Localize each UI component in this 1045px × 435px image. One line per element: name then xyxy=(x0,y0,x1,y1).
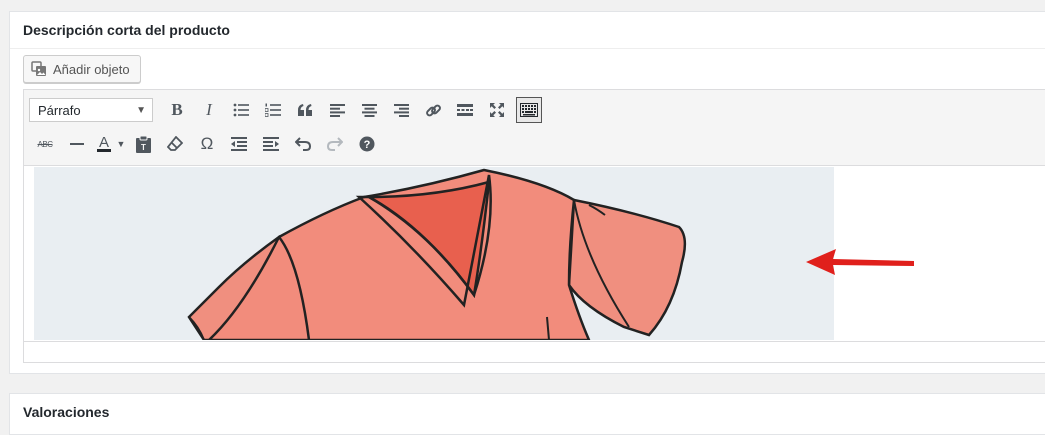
clear-formatting-icon xyxy=(167,136,183,151)
redo-button[interactable] xyxy=(319,129,351,159)
tshirt-image xyxy=(34,167,834,340)
italic-button[interactable]: I xyxy=(193,95,225,125)
numbered-list-button[interactable] xyxy=(257,95,289,125)
redo-icon xyxy=(327,137,343,151)
keyboard-icon xyxy=(520,103,538,117)
read-more-icon xyxy=(457,104,473,116)
toolbar-toggle-button[interactable] xyxy=(516,97,542,123)
align-right-button[interactable] xyxy=(385,95,417,125)
fullscreen-icon xyxy=(490,103,504,117)
help-button[interactable]: ? xyxy=(351,129,383,159)
reviews-metabox: Valoraciones xyxy=(9,393,1045,435)
align-right-icon xyxy=(393,103,409,117)
clear-formatting-button[interactable] xyxy=(159,129,191,159)
bullet-list-icon xyxy=(233,103,249,117)
strikethrough-button[interactable]: ABC xyxy=(29,129,61,159)
indent-icon xyxy=(263,137,279,151)
horizontal-line-button[interactable] xyxy=(61,129,93,159)
reviews-title[interactable]: Valoraciones xyxy=(10,394,1045,430)
fullscreen-button[interactable] xyxy=(481,95,513,125)
horizontal-line-icon xyxy=(70,143,84,145)
svg-text:T: T xyxy=(141,143,146,152)
link-icon xyxy=(425,104,441,116)
bold-button[interactable]: B xyxy=(161,95,193,125)
outdent-icon xyxy=(231,137,247,151)
metabox-title: Descripción corta del producto xyxy=(10,12,1045,49)
strikethrough-icon: ABC xyxy=(37,139,53,149)
red-arrow-annotation xyxy=(806,249,914,275)
paste-text-icon: T xyxy=(135,135,151,153)
special-character-button[interactable]: Ω xyxy=(191,129,223,159)
svg-text:?: ? xyxy=(364,139,371,151)
chevron-down-icon: ▼ xyxy=(116,139,126,149)
text-color-dropdown[interactable]: ▼ xyxy=(115,129,127,159)
short-description-metabox: Descripción corta del producto Añadir ob… xyxy=(9,11,1045,374)
undo-button[interactable] xyxy=(287,129,319,159)
text-color-button[interactable]: A xyxy=(93,129,115,159)
numbered-list-icon xyxy=(265,103,281,117)
help-icon: ? xyxy=(359,136,375,152)
blockquote-button[interactable] xyxy=(289,95,321,125)
link-button[interactable] xyxy=(417,95,449,125)
format-select-value: Párrafo xyxy=(38,102,81,118)
blockquote-icon xyxy=(298,104,312,116)
chevron-down-icon: ▼ xyxy=(136,104,146,116)
align-center-icon xyxy=(361,103,377,117)
editor-statusbar xyxy=(24,341,1045,362)
align-center-button[interactable] xyxy=(353,95,385,125)
add-media-label: Añadir objeto xyxy=(53,61,130,77)
add-media-button[interactable]: Añadir objeto xyxy=(23,55,141,83)
toolbar-row-1: Párrafo ▼ B I xyxy=(29,95,545,125)
outdent-button[interactable] xyxy=(223,129,255,159)
paste-text-button[interactable]: T xyxy=(127,129,159,159)
undo-icon xyxy=(295,137,311,151)
bold-icon: B xyxy=(171,100,183,119)
italic-icon: I xyxy=(206,100,212,119)
read-more-button[interactable] xyxy=(449,95,481,125)
align-left-button[interactable] xyxy=(321,95,353,125)
toolbar-row-2: ABC A ▼ T Ω ? xyxy=(29,129,383,159)
indent-button[interactable] xyxy=(255,129,287,159)
rich-text-editor: Párrafo ▼ B I ABC A ▼ T Ω ? xyxy=(23,89,1045,363)
omega-icon: Ω xyxy=(200,134,214,153)
text-color-icon: A xyxy=(96,134,111,152)
align-left-icon xyxy=(329,103,345,117)
media-icon xyxy=(30,60,48,78)
format-select[interactable]: Párrafo ▼ xyxy=(29,98,153,122)
bullet-list-button[interactable] xyxy=(225,95,257,125)
editor-toolbar: Párrafo ▼ B I ABC A ▼ T Ω ? xyxy=(24,90,1045,166)
